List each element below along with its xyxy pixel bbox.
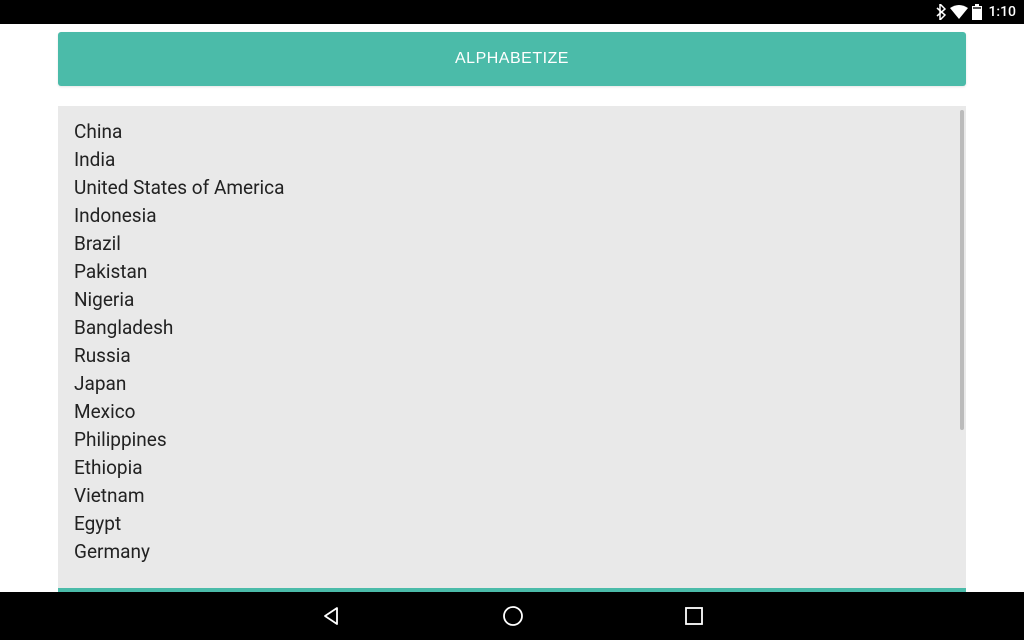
textarea-container [58,106,966,592]
status-time: 1:10 [988,4,1016,20]
recent-apps-button[interactable] [684,606,704,626]
back-button[interactable] [320,605,342,627]
navigation-bar [0,592,1024,640]
status-bar: 1:10 [0,0,1024,24]
country-textarea[interactable] [58,106,966,592]
content-area: ALPHABETIZE [0,24,1024,592]
status-icons: 1:10 [934,4,1016,20]
home-button[interactable] [502,605,524,627]
wifi-icon [950,5,968,19]
bluetooth-icon [934,4,946,20]
battery-icon [972,4,982,20]
scrollbar-thumb[interactable] [960,110,964,430]
alphabetize-button[interactable]: ALPHABETIZE [58,32,966,86]
